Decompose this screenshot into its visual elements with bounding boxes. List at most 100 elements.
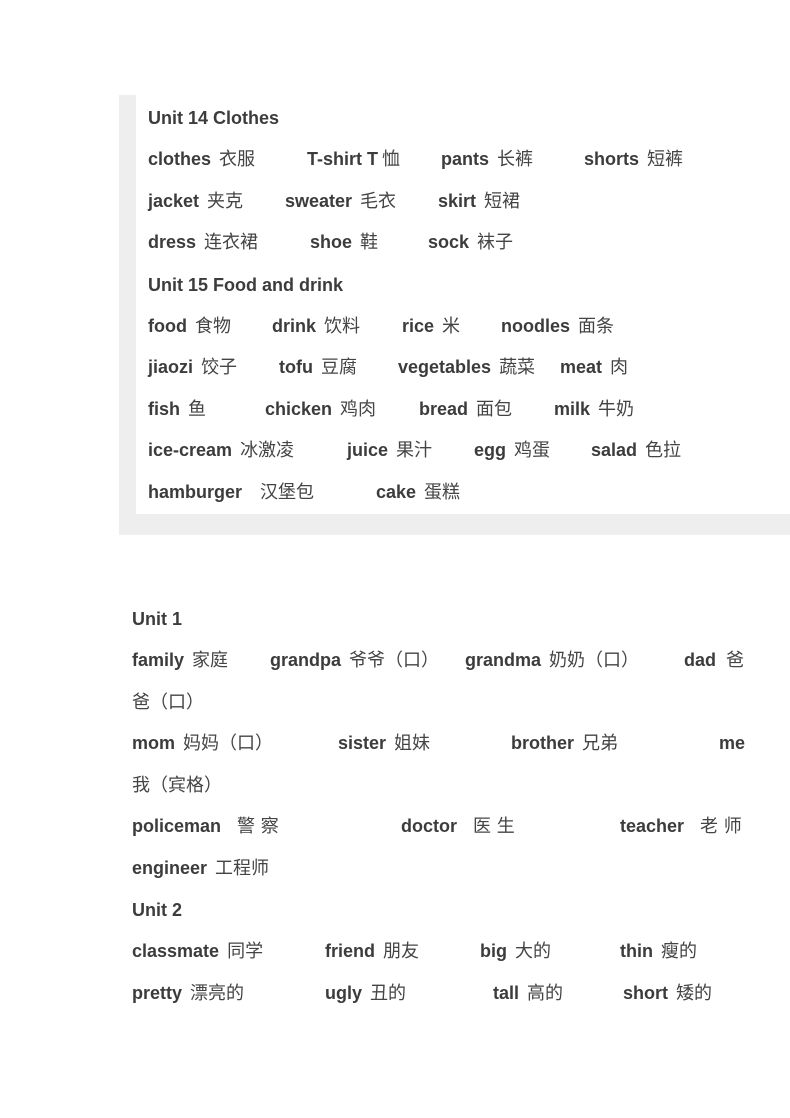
- english-word: engineer: [132, 858, 208, 878]
- vocab-item: skirt 短裙: [438, 190, 520, 213]
- english-word: sister: [338, 733, 387, 753]
- vocab-item: friend 朋友: [325, 940, 419, 963]
- vocab-item: jiaozi 饺子: [148, 356, 237, 379]
- vocab-item: sister 姐妹: [338, 732, 430, 755]
- vocab-item: shorts 短裤: [584, 148, 683, 171]
- english-word: dad: [684, 650, 717, 670]
- english-word: vegetables: [398, 357, 492, 377]
- chinese-word: 朋友: [383, 941, 420, 962]
- chinese-word: 衣服: [219, 149, 256, 170]
- english-word: thin: [620, 941, 653, 961]
- chinese-word: 鸡蛋: [514, 440, 551, 461]
- vocab-item: thin 瘦的: [620, 940, 697, 963]
- english-word: pretty: [132, 983, 183, 1003]
- english-word: grandma: [465, 650, 542, 670]
- vocab-item: dress 连衣裙: [148, 231, 258, 254]
- chinese-word: 爸: [726, 650, 745, 671]
- vocab-item: brother 兄弟: [511, 732, 618, 755]
- vocab-item: dad 爸: [684, 649, 744, 672]
- chinese-word: 高的: [527, 983, 564, 1004]
- english-word: dress: [148, 232, 197, 252]
- english-word: jiaozi: [148, 357, 194, 377]
- vocab-item: vegetables 蔬菜: [398, 356, 535, 379]
- vocab-item: ugly 丑的: [325, 982, 406, 1005]
- vocab-item: sweater 毛衣: [285, 190, 396, 213]
- vocab-item: grandma 奶奶（口）: [465, 649, 639, 672]
- chinese-word: 面包: [476, 399, 513, 420]
- vocab-item: tofu 豆腐: [279, 356, 357, 379]
- unit-2-heading: Unit 2: [132, 900, 183, 920]
- chinese-word: 奶奶（口）: [549, 650, 640, 671]
- chinese-word: 果汁: [396, 440, 433, 461]
- blockquote-bar: [119, 95, 136, 515]
- vocab-item: milk 牛奶: [554, 398, 634, 421]
- english-word: tofu: [279, 357, 313, 377]
- english-word: short: [623, 983, 668, 1003]
- vocab-item: clothes 衣服: [148, 148, 255, 171]
- chinese-word: 肉: [610, 357, 629, 378]
- chinese-word: 姐妹: [394, 733, 431, 754]
- english-word: hamburger: [148, 482, 243, 502]
- vocab-item: juice 果汁: [347, 439, 432, 462]
- english-word: meat: [560, 357, 603, 377]
- english-word: fish: [148, 399, 181, 419]
- english-word: friend: [325, 941, 376, 961]
- english-word: ugly: [325, 983, 363, 1003]
- chinese-word: 夹克: [207, 191, 244, 212]
- chinese-word: 食物: [194, 316, 231, 337]
- english-word: food: [148, 316, 187, 336]
- chinese-word: 爸（口）: [132, 692, 204, 713]
- chinese-word: 冰激凌: [240, 440, 295, 461]
- vocab-item: ice-cream 冰激凌: [148, 439, 294, 462]
- chinese-word: 鸡肉: [340, 399, 377, 420]
- english-word: sock: [428, 232, 470, 252]
- english-word: big: [480, 941, 507, 961]
- chinese-word: 矮的: [676, 983, 712, 1004]
- chinese-word: 长裤: [497, 149, 534, 170]
- vocab-item: teacher 老 师: [620, 815, 742, 838]
- vocab-item: noodles 面条: [501, 315, 614, 338]
- chinese-word: 恤: [382, 149, 400, 170]
- english-word: grandpa: [270, 650, 342, 670]
- vocab-item: egg 鸡蛋: [474, 439, 550, 462]
- english-word: classmate: [132, 941, 220, 961]
- vocab-item: 爸（口）: [132, 691, 204, 714]
- english-word: doctor: [401, 816, 457, 836]
- vocab-item: bread 面包: [419, 398, 512, 421]
- unit-14-heading: Unit 14 Clothes: [148, 108, 280, 128]
- vocab-item: engineer 工程师: [132, 857, 269, 880]
- vocab-item: doctor 医 生: [401, 815, 515, 838]
- chinese-word: 鞋: [360, 232, 379, 253]
- chinese-word: 漂亮的: [190, 983, 245, 1004]
- english-word: teacher: [620, 816, 685, 836]
- vocab-item: salad 色拉: [591, 439, 681, 462]
- vocab-item: classmate 同学: [132, 940, 263, 963]
- chinese-word: 家庭: [192, 650, 229, 671]
- vocab-item: T-shirt T恤: [307, 148, 400, 171]
- chinese-word: 老 师: [700, 816, 742, 837]
- english-word: pants: [441, 149, 490, 169]
- english-word: T-shirt T: [307, 149, 378, 169]
- chinese-word: 蛋糕: [424, 482, 461, 503]
- english-word: egg: [474, 440, 507, 460]
- chinese-word: 妈妈（口）: [183, 733, 274, 754]
- vocab-item: pretty 漂亮的: [132, 982, 244, 1005]
- vocab-item: jacket 夹克: [148, 190, 243, 213]
- chinese-word: 爷爷（口）: [349, 650, 440, 671]
- english-word: policeman: [132, 816, 222, 836]
- chinese-word: 大的: [515, 941, 551, 962]
- unit-15-heading: Unit 15 Food and drink: [148, 275, 344, 295]
- english-word: shorts: [584, 149, 640, 169]
- vocab-item: me: [719, 732, 745, 754]
- unit-1-heading: Unit 1: [132, 609, 183, 629]
- blockquote-bottom: [119, 514, 790, 535]
- english-word: brother: [511, 733, 574, 753]
- chinese-word: 连衣裙: [204, 232, 259, 253]
- english-word: ice-cream: [148, 440, 233, 460]
- vocab-item: fish 鱼: [148, 398, 206, 421]
- chinese-word: 医 生: [473, 816, 515, 837]
- vocab-item: food 食物: [148, 315, 231, 338]
- vocab-item: policeman 警 察: [132, 815, 279, 838]
- chinese-word: 毛衣: [360, 191, 397, 212]
- english-word: jacket: [148, 191, 200, 211]
